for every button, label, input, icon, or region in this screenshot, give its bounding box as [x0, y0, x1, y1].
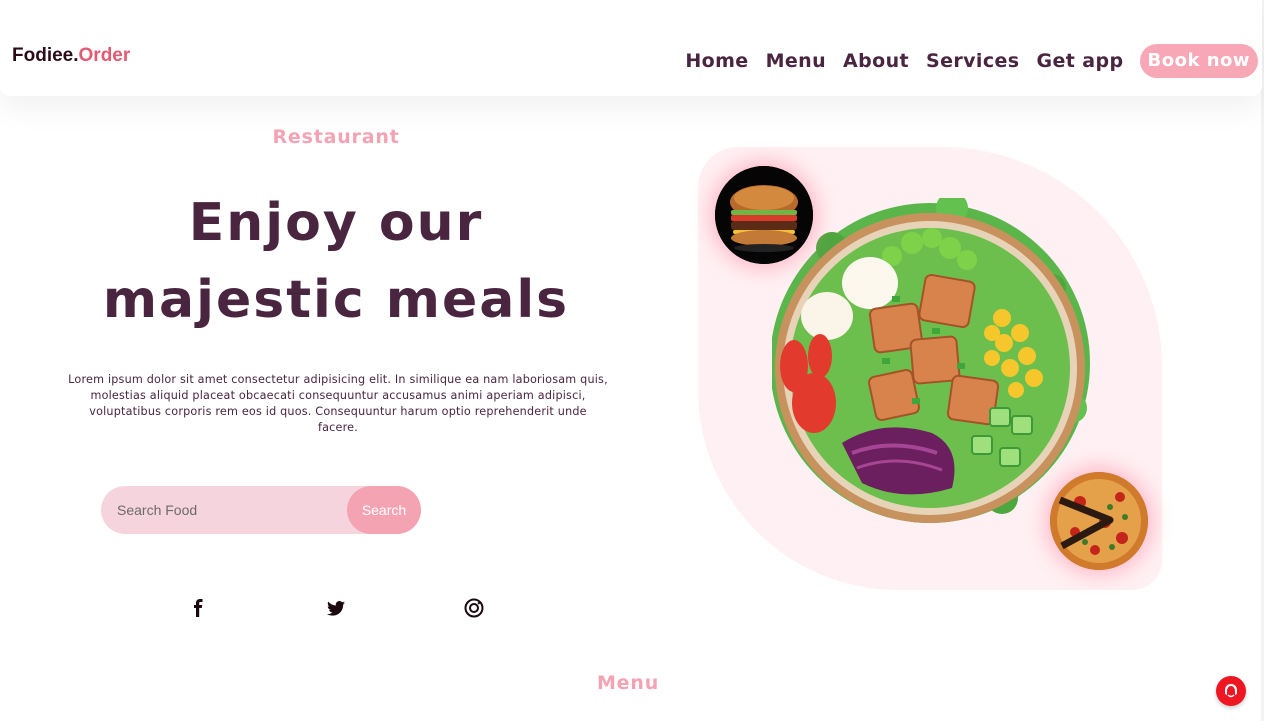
nav-home[interactable]: Home — [685, 46, 748, 76]
menu-section-title: Menu — [596, 672, 660, 694]
hero-title: Enjoy our majestic meals — [80, 185, 592, 339]
support-icon — [1225, 684, 1237, 698]
main-nav: Home Menu About Services Get app Book no… — [685, 44, 1258, 78]
chat-support-button[interactable] — [1216, 676, 1246, 706]
book-now-button[interactable]: Book now — [1139, 44, 1258, 78]
hero-title-line1: Enjoy our — [188, 193, 484, 253]
search-button[interactable]: Search — [347, 486, 421, 534]
hero-tag: Restaurant — [272, 126, 400, 148]
burger-thumbnail[interactable] — [715, 166, 813, 264]
nav-services[interactable]: Services — [926, 46, 1020, 76]
search-input[interactable] — [117, 486, 337, 534]
search-bar: Search — [101, 486, 421, 534]
logo[interactable]: Fodiee.Order — [12, 45, 130, 67]
instagram-icon[interactable] — [462, 596, 486, 620]
salad-bowl-image — [770, 192, 1092, 528]
twitter-icon[interactable] — [324, 596, 348, 620]
page: Fodiee.Order Home Menu About Services Ge… — [0, 0, 1264, 721]
hero-description: Lorem ipsum dolor sit amet consectetur a… — [68, 373, 608, 434]
logo-main: Fodiee. — [12, 45, 79, 66]
nav-get-app[interactable]: Get app — [1036, 46, 1123, 76]
logo-accent: Order — [78, 45, 131, 66]
pizza-thumbnail[interactable] — [1050, 472, 1148, 570]
site-header: Fodiee.Order Home Menu About Services Ge… — [0, 0, 1262, 96]
facebook-icon[interactable] — [186, 596, 210, 620]
nav-menu[interactable]: Menu — [766, 46, 826, 76]
hero-title-line2: majestic meals — [102, 270, 570, 330]
nav-about[interactable]: About — [843, 46, 909, 76]
